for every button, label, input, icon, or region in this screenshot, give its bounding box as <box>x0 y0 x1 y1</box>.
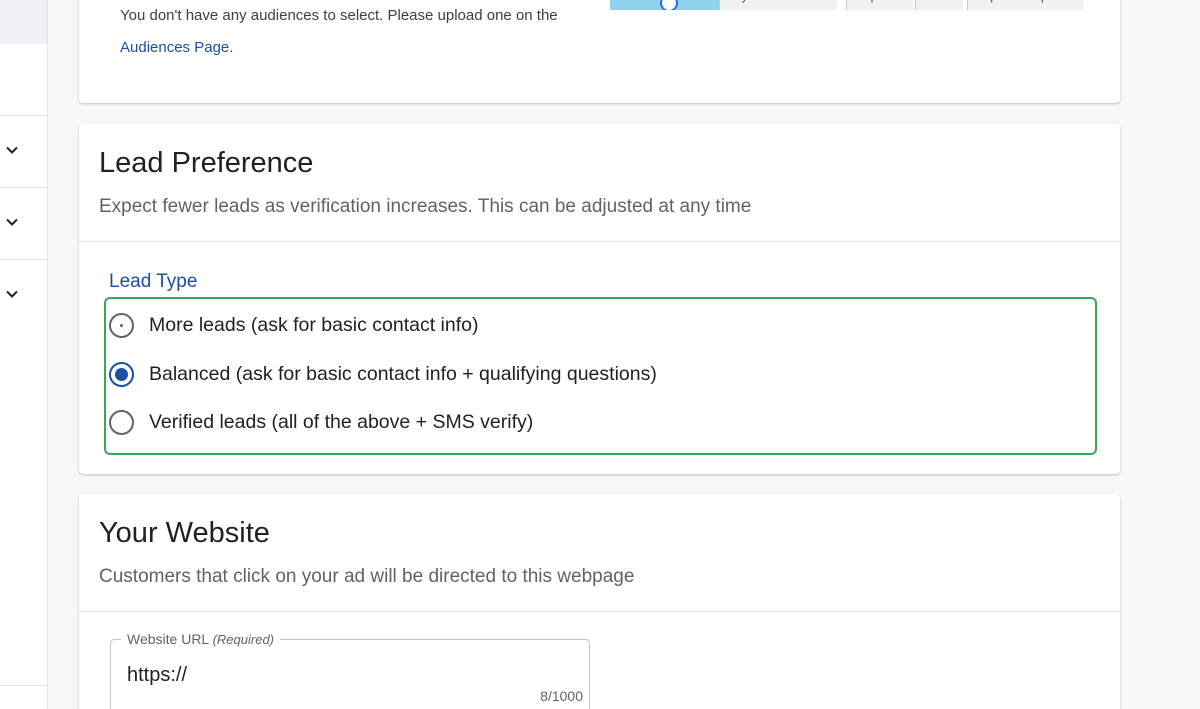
radio-label: Verified leads (all of the above + SMS v… <box>149 411 534 433</box>
lead-preference-card: Lead Preference Expect fewer leads as ve… <box>79 124 1120 474</box>
page-frame: You don't have any audiences to select. … <box>0 0 1200 709</box>
audiences-card: You don't have any audiences to select. … <box>79 0 1120 103</box>
radio-label: More leads (ask for basic contact info) <box>149 314 479 336</box>
url-required-text: (Required) <box>212 632 275 647</box>
website-subtitle: Customers that click on your ad will be … <box>99 566 635 587</box>
radio-button[interactable] <box>109 313 134 338</box>
website-url-input[interactable] <box>127 664 567 687</box>
sidebar-section-3[interactable] <box>0 259 47 331</box>
radio-option-verified-leads[interactable]: Verified leads (all of the above + SMS v… <box>109 408 1009 438</box>
card-divider <box>79 241 1120 242</box>
map-attribution-bar: Keyboard shortcuts Map Data Terms Report… <box>610 0 1090 10</box>
sidebar-section-2[interactable] <box>0 187 47 259</box>
chevron-down-icon[interactable] <box>6 288 18 300</box>
website-url-label: Website URL (Required) <box>121 631 281 647</box>
radio-option-balanced[interactable]: Balanced (ask for basic contact info + q… <box>109 360 1009 390</box>
audiences-link-suffix: . <box>229 39 234 56</box>
chevron-down-icon[interactable] <box>6 144 18 156</box>
sidebar-divider <box>0 685 47 686</box>
radio-button[interactable] <box>109 410 134 435</box>
sidebar-active-block <box>0 0 47 44</box>
radio-button-selected[interactable] <box>109 362 134 387</box>
terms-link[interactable]: Terms <box>915 0 963 10</box>
website-card: Your Website Customers that click on you… <box>79 494 1120 709</box>
website-url-field[interactable]: Website URL (Required) 8/1000 <box>110 631 590 709</box>
lead-preference-title: Lead Preference <box>99 147 314 179</box>
audiences-message-text: You don't have any audiences to select. … <box>120 7 558 24</box>
radio-option-more-leads[interactable]: More leads (ask for basic contact info) <box>109 311 1009 341</box>
lead-preference-subtitle: Expect fewer leads as verification incre… <box>99 196 752 217</box>
map-data-link[interactable]: Map Data <box>846 0 914 10</box>
keyboard-shortcuts-link[interactable]: Keyboard shortcuts <box>719 0 838 10</box>
website-title: Your Website <box>99 517 270 549</box>
left-sidebar <box>0 0 48 709</box>
map-scale <box>610 0 719 10</box>
url-label-text: Website URL <box>127 631 209 647</box>
audiences-page-link[interactable]: Audiences Page <box>120 39 229 56</box>
radio-label: Balanced (ask for basic contact info + q… <box>149 363 657 385</box>
card-divider <box>79 611 1120 612</box>
audiences-message: You don't have any audiences to select. … <box>120 0 590 64</box>
sidebar-section-1[interactable] <box>0 115 47 187</box>
lead-type-label: Lead Type <box>109 271 198 292</box>
chevron-down-icon[interactable] <box>6 216 18 228</box>
report-map-error-link[interactable]: Report a map error <box>967 0 1084 10</box>
url-character-counter: 8/1000 <box>540 688 583 704</box>
